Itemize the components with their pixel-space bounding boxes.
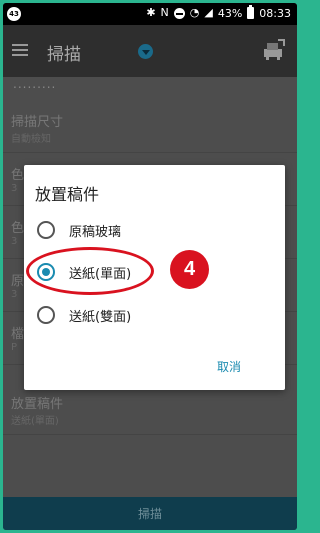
chevron-down-icon[interactable]	[138, 44, 153, 59]
app-bar: 掃描	[3, 25, 297, 77]
option-glass[interactable]: 原稿玻璃	[24, 211, 285, 249]
status-bar: 43 ✱ N ◔ ◢ 43% 08:33	[3, 3, 297, 25]
app-title: 掃描	[47, 45, 81, 65]
notification-count-badge: 43	[7, 7, 21, 21]
clock: 08:33	[259, 6, 291, 20]
bluetooth-icon: ✱	[146, 6, 156, 19]
radio-icon[interactable]	[37, 306, 55, 324]
document-placement-dialog: 放置稿件 原稿玻璃 送紙(單面) 送紙(雙面) 4 取消	[24, 165, 285, 390]
do-not-disturb-icon	[173, 7, 185, 19]
battery-icon	[247, 5, 255, 19]
scan-button-label: 掃描	[137, 507, 162, 521]
nfc-icon: N	[160, 6, 169, 19]
signal-icon: ◢	[204, 6, 213, 19]
wifi-icon: ◔	[189, 6, 200, 19]
step-number-badge: 4	[170, 250, 209, 289]
setting-document-placement[interactable]: 放置稿件 送紙(單面)	[3, 383, 297, 435]
scroll-fade-divider: .........	[13, 77, 57, 91]
annotation-highlight-oval	[26, 247, 154, 295]
battery-percent: 43%	[217, 6, 243, 20]
setting-scan-size[interactable]: 掃描尺寸 自動檢知	[3, 101, 297, 153]
option-feeder-duplex[interactable]: 送紙(雙面)	[24, 296, 285, 334]
menu-icon[interactable]	[12, 44, 28, 56]
phone-screen: 43 ✱ N ◔ ◢ 43% 08:33 掃描 ......... 掃描尺寸 自…	[3, 3, 297, 530]
cancel-button[interactable]: 取消	[217, 358, 241, 375]
radio-icon[interactable]	[37, 221, 55, 239]
scan-button[interactable]: 掃描	[3, 497, 297, 530]
dialog-title: 放置稿件	[35, 185, 100, 204]
scanner-settings-icon[interactable]	[261, 37, 287, 63]
